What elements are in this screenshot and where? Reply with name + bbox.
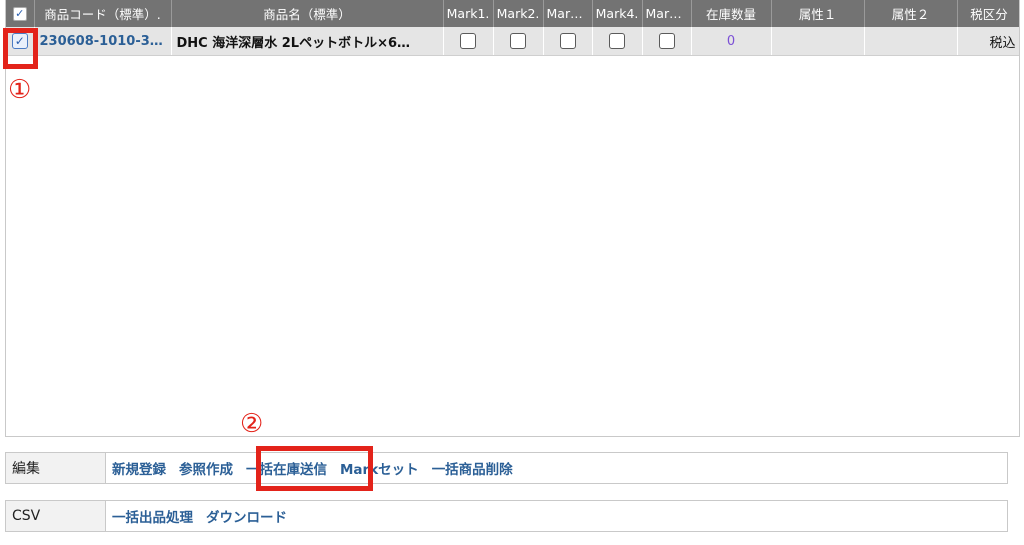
copy-create-link[interactable]: 参照作成 bbox=[179, 458, 233, 478]
grid-header-row: ✓ 商品コード（標準）. 商品名（標準） Mark1. Mark2. Mark3… bbox=[6, 0, 1019, 27]
attr1-cell bbox=[771, 27, 865, 56]
col-header-product-code[interactable]: 商品コード（標準）. bbox=[34, 0, 172, 27]
annotation-highlight-checkbox bbox=[3, 28, 38, 69]
mark1-checkbox[interactable] bbox=[460, 33, 476, 49]
mark1-cell bbox=[443, 27, 494, 56]
col-header-stock-qty[interactable]: 在庫数量 bbox=[691, 0, 772, 27]
bulk-listing-link[interactable]: 一括出品処理 bbox=[112, 506, 193, 526]
product-grid: ✓ 商品コード（標準）. 商品名（標準） Mark1. Mark2. Mark3… bbox=[6, 0, 1019, 56]
select-all-header[interactable]: ✓ bbox=[6, 0, 35, 27]
annotation-marker-1: ① bbox=[8, 75, 32, 105]
mark3-checkbox[interactable] bbox=[559, 33, 576, 49]
csv-bar-label: CSV bbox=[6, 501, 106, 531]
col-header-product-name[interactable]: 商品名（標準） bbox=[171, 0, 444, 27]
stock-qty-cell[interactable]: 0 bbox=[691, 27, 772, 56]
edit-bar-label: 編集 bbox=[6, 453, 106, 483]
product-name-cell: DHC 海洋深層水 2Lペットボトル×6… bbox=[171, 27, 444, 56]
select-all-checkbox[interactable]: ✓ bbox=[12, 7, 27, 22]
csv-action-bar: CSV 一括出品処理 ダウンロード bbox=[5, 500, 1008, 532]
mark2-checkbox[interactable] bbox=[510, 33, 526, 49]
edit-action-bar: 編集 新規登録 参照作成 一括在庫送信 Markセット 一括商品削除 bbox=[5, 452, 1008, 484]
mark2-cell bbox=[493, 27, 544, 56]
bulk-delete-link[interactable]: 一括商品削除 bbox=[432, 458, 513, 478]
mark3-cell bbox=[543, 27, 593, 56]
product-code-cell: 230608-1010-3… bbox=[34, 27, 172, 56]
table-row[interactable]: ✓ 230608-1010-3… DHC 海洋深層水 2Lペットボトル×6… 0… bbox=[6, 27, 1019, 56]
mark5-checkbox[interactable] bbox=[658, 33, 675, 49]
col-header-mark5[interactable]: Mark5. bbox=[642, 0, 692, 27]
attr2-cell bbox=[864, 27, 958, 56]
product-grid-panel: ✓ 商品コード（標準）. 商品名（標準） Mark1. Mark2. Mark3… bbox=[5, 0, 1020, 437]
tax-type-cell: 税込 bbox=[957, 27, 1019, 56]
csv-download-link[interactable]: ダウンロード bbox=[206, 506, 287, 526]
annotation-marker-2: ② bbox=[240, 409, 264, 439]
annotation-highlight-bulk-stock-send bbox=[256, 446, 373, 491]
col-header-mark4[interactable]: Mark4. bbox=[592, 0, 643, 27]
product-code-link[interactable]: 230608-1010-3… bbox=[40, 34, 163, 49]
col-header-mark2[interactable]: Mark2. bbox=[493, 0, 544, 27]
col-header-mark3[interactable]: Mark3. bbox=[543, 0, 593, 27]
col-header-attr2[interactable]: 属性２ bbox=[864, 0, 958, 27]
csv-bar-links: 一括出品処理 ダウンロード bbox=[106, 501, 300, 531]
new-register-link[interactable]: 新規登録 bbox=[112, 458, 166, 478]
mark4-cell bbox=[592, 27, 643, 56]
mark4-checkbox[interactable] bbox=[609, 33, 625, 49]
col-header-attr1[interactable]: 属性１ bbox=[771, 0, 865, 27]
col-header-tax-type[interactable]: 税区分 bbox=[957, 0, 1019, 27]
mark5-cell bbox=[642, 27, 692, 56]
col-header-mark1[interactable]: Mark1. bbox=[443, 0, 494, 27]
